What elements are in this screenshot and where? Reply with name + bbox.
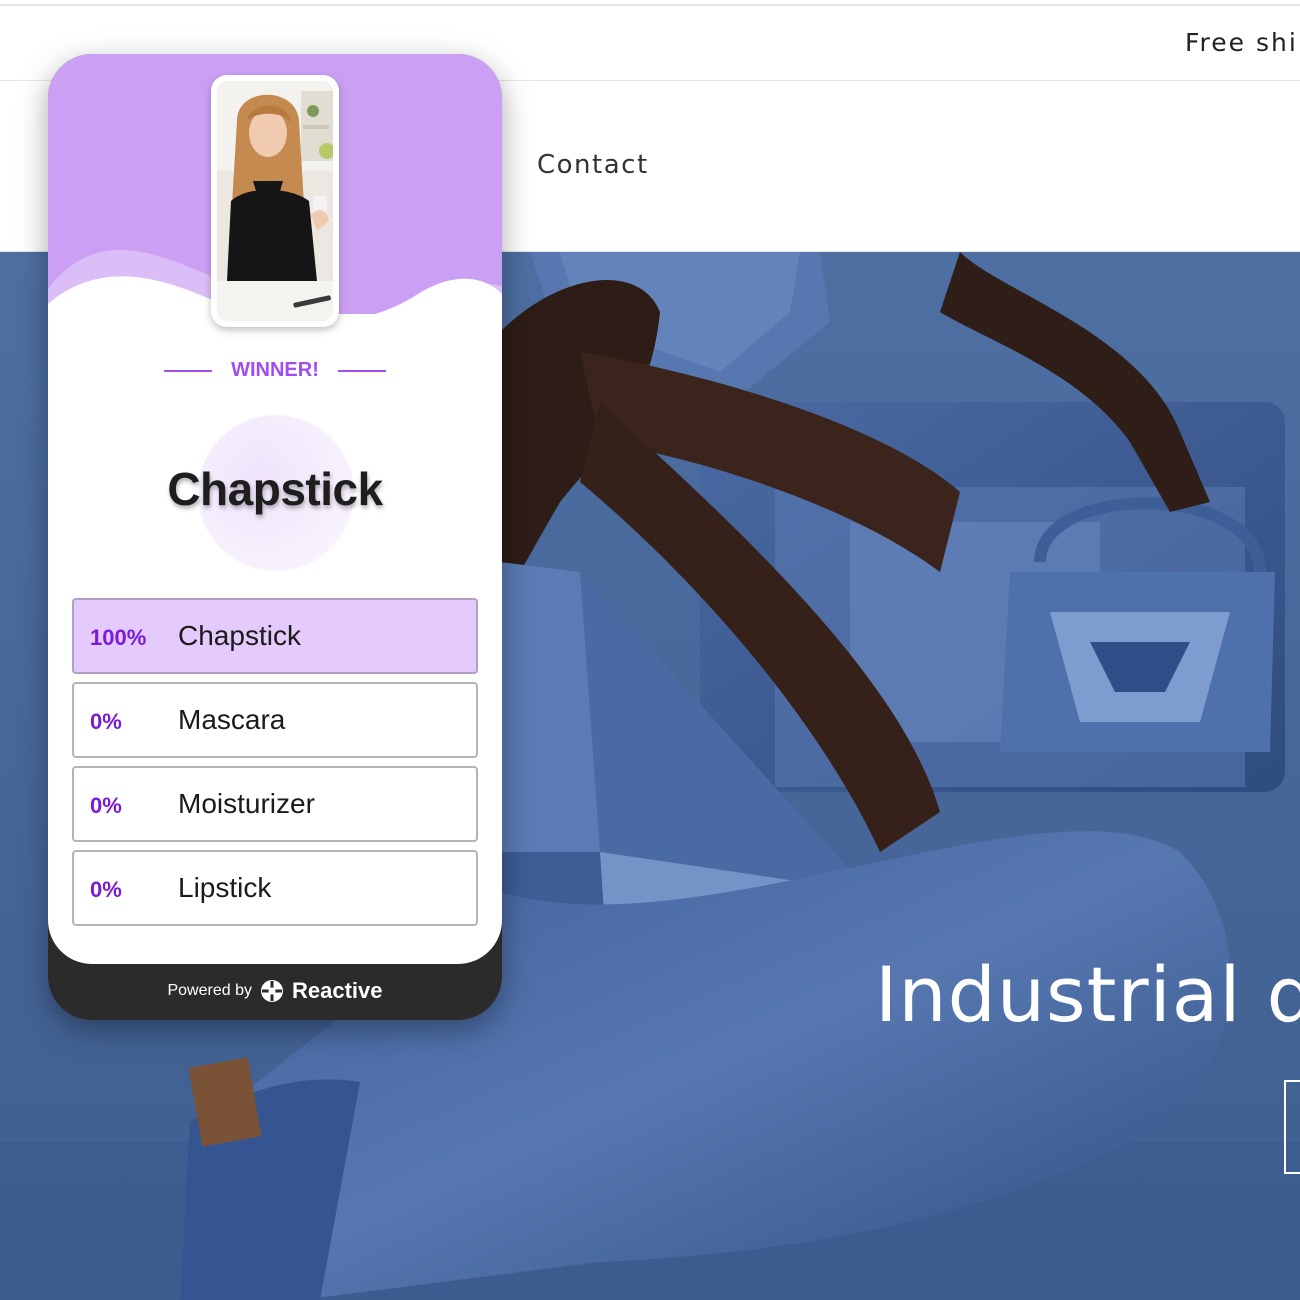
poll-card: WINNER! Chapstick 100% Chapstick 0% Masc… (48, 54, 502, 964)
option-percent: 0% (90, 793, 122, 818)
divider-right (338, 370, 386, 372)
brand-name: Reactive (291, 978, 383, 1003)
option-percent: 0% (90, 709, 122, 734)
option-percent: 0% (90, 877, 122, 902)
nav-link-contact[interactable]: Contact (537, 150, 649, 180)
video-thumbnail[interactable] (211, 75, 339, 327)
option-label: Mascara (178, 704, 286, 735)
poll-option[interactable]: 0% Lipstick (72, 850, 478, 926)
option-label: Chapstick (178, 620, 301, 651)
hero-cta-button[interactable] (1284, 1080, 1300, 1174)
presenter-image (217, 81, 333, 321)
reactive-logo-icon (260, 980, 283, 1002)
powered-by-footer[interactable]: Powered by Reactive (48, 978, 502, 1008)
hero-heading: Industrial de (875, 950, 1300, 1039)
winner-banner: WINNER! (164, 356, 386, 384)
winner-name: Chapstick (167, 463, 383, 515)
poll-option[interactable]: 0% Mascara (72, 682, 478, 758)
poll-widget: WINNER! Chapstick 100% Chapstick 0% Masc… (48, 54, 502, 1020)
announcement-text: Free ship (1185, 28, 1300, 57)
powered-by-text: Powered by (167, 982, 252, 999)
poll-option[interactable]: 0% Moisturizer (72, 766, 478, 842)
poll-option[interactable]: 100% Chapstick (72, 598, 478, 674)
page: Free ship Contact (0, 0, 1300, 1300)
video-frame (217, 81, 333, 321)
option-label: Moisturizer (178, 788, 315, 819)
option-percent: 100% (90, 625, 147, 650)
poll-options: 100% Chapstick 0% Mascara 0% Moisturizer… (72, 598, 478, 934)
option-label: Lipstick (178, 872, 272, 903)
